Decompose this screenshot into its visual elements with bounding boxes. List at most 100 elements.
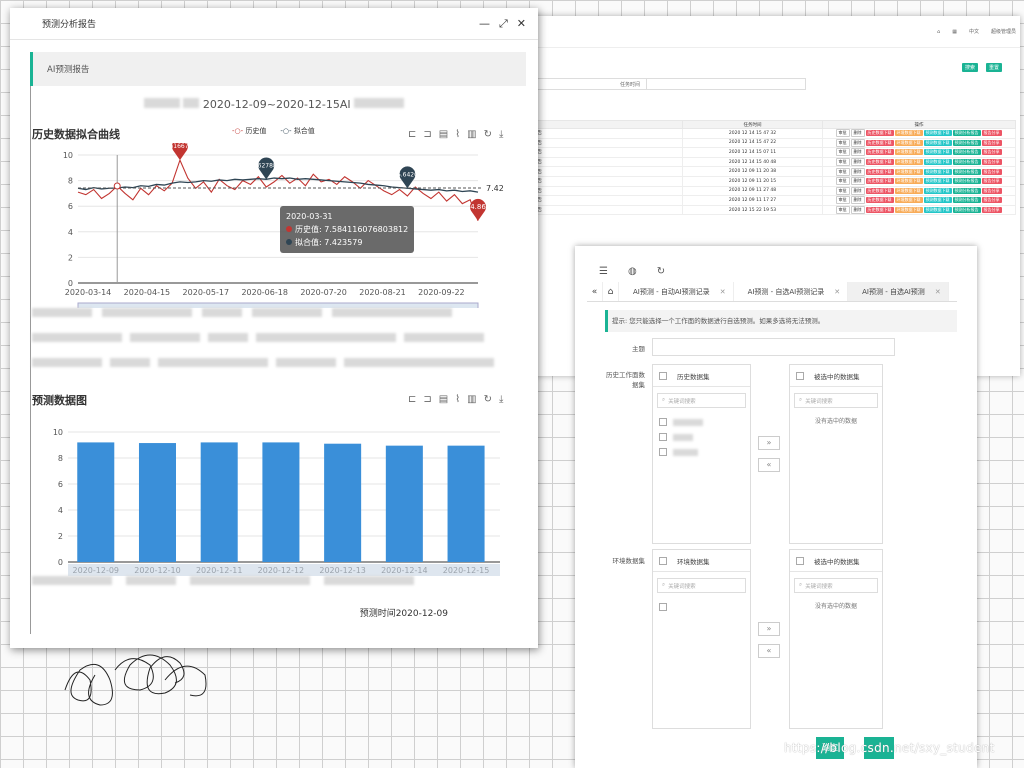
table-row[interactable]: 报告2020 12 15 22 19 53审批删除历史数据下载环境数据下载预测数… (532, 204, 1016, 216)
close-tab-icon[interactable]: ✕ (720, 288, 726, 296)
row-op-button[interactable]: 删除 (850, 129, 865, 138)
close-tab-icon[interactable]: ✕ (935, 288, 941, 296)
row-op-button[interactable]: 历史数据下载 (865, 139, 894, 146)
row-op-button[interactable]: 历史数据下载 (865, 197, 894, 204)
row-op-button[interactable]: 预测分析报告 (952, 207, 981, 214)
search-input[interactable]: ⌕ 关键词搜索 (794, 578, 878, 593)
row-op-button[interactable]: 历史数据下载 (865, 159, 894, 166)
row-op-button[interactable]: 预测数据下载 (923, 130, 952, 137)
download-icon[interactable]: ⤓ (499, 394, 503, 405)
select-all-checkbox[interactable] (796, 371, 804, 380)
table-row[interactable]: 报告2020 12 09 11 17 27审批删除历史数据下载环境数据下载预测数… (532, 195, 1016, 206)
table-row[interactable]: 报告2020 12 09 11 20 15审批删除历史数据下载环境数据下载预测数… (532, 175, 1016, 187)
row-op-button[interactable]: 审批 (835, 196, 850, 205)
row-op-button[interactable]: 删除 (850, 148, 865, 157)
minimize-icon[interactable]: — (479, 17, 490, 31)
row-op-button[interactable]: 删除 (850, 177, 865, 186)
row-op-button[interactable]: 报告分享 (981, 130, 1002, 137)
row-op-button[interactable]: 预测分析报告 (952, 159, 981, 166)
move-left-button[interactable]: « (758, 458, 780, 472)
zoom-icon[interactable]: ⊏ (408, 394, 416, 405)
row-op-button[interactable]: 历史数据下载 (865, 178, 894, 185)
row-op-button[interactable]: 删除 (850, 167, 865, 176)
row-op-button[interactable]: 审批 (835, 158, 850, 167)
row-op-button[interactable]: 审批 (835, 138, 850, 147)
move-left-button[interactable]: « (758, 644, 780, 658)
table-row[interactable]: 报告2020 12 14 15 47 32审批删除历史数据下载环境数据下载预测数… (532, 128, 1016, 139)
move-right-button[interactable]: » (758, 436, 780, 450)
row-op-button[interactable]: 预测分析报告 (952, 149, 981, 156)
menu-icon[interactable]: ☰ (599, 266, 608, 277)
globe-icon[interactable]: ◍ (628, 266, 637, 277)
row-op-button[interactable]: 删除 (850, 186, 865, 195)
refresh-icon[interactable]: ↻ (657, 266, 665, 277)
legend-item-fit[interactable]: -○- 拟合值 (280, 126, 314, 136)
row-op-button[interactable]: 预测分析报告 (952, 130, 981, 137)
bar-chart-icon[interactable]: ▥ (467, 394, 476, 405)
data-view-icon[interactable]: ▤ (439, 394, 448, 405)
row-op-button[interactable]: 环境数据下载 (894, 168, 923, 175)
list-item[interactable] (659, 418, 744, 426)
list-item[interactable] (659, 603, 744, 611)
row-op-button[interactable]: 预测分析报告 (952, 168, 981, 175)
row-op-button[interactable]: 删除 (850, 138, 865, 147)
row-op-button[interactable]: 环境数据下载 (894, 139, 923, 146)
row-op-button[interactable]: 环境数据下载 (894, 207, 923, 214)
search-button[interactable]: 搜索 (962, 63, 979, 72)
row-op-button[interactable]: 删除 (850, 158, 865, 167)
home-tab-icon[interactable]: ⌂ (603, 282, 619, 301)
list-item[interactable] (659, 448, 744, 456)
grid-icon[interactable]: ▦ (952, 29, 957, 35)
row-op-button[interactable]: 审批 (835, 206, 850, 215)
search-input[interactable]: ⌕ 关键词搜索 (657, 393, 746, 408)
tab-auto-prediction-records[interactable]: AI预测 - 自动AI预测记录 ✕ (619, 282, 734, 301)
legend-item-history[interactable]: -○- 历史值 (232, 126, 266, 136)
row-op-button[interactable]: 历史数据下载 (865, 187, 894, 194)
row-op-button[interactable]: 审批 (835, 129, 850, 138)
row-op-button[interactable]: 预测数据下载 (923, 139, 952, 146)
row-op-button[interactable]: 预测数据下载 (923, 207, 952, 214)
row-op-button[interactable]: 预测数据下载 (923, 159, 952, 166)
tab-scroll-left-icon[interactable]: « (587, 282, 603, 301)
table-row[interactable]: 报告2020 12 14 15 07 11审批删除历史数据下载环境数据下载预测数… (532, 147, 1016, 158)
zoom-icon[interactable]: ⊏ (408, 129, 416, 140)
select-all-checkbox[interactable] (796, 556, 804, 565)
row-op-button[interactable]: 预测分析报告 (952, 187, 981, 194)
row-op-button[interactable]: 报告分享 (981, 139, 1002, 146)
home-icon[interactable]: ⌂ (937, 29, 940, 35)
data-view-icon[interactable]: ▤ (439, 129, 448, 140)
row-op-button[interactable]: 预测分析报告 (952, 197, 981, 204)
zoom-reset-icon[interactable]: ⊐ (423, 394, 431, 405)
task-time-input[interactable] (646, 78, 806, 90)
language-menu[interactable]: 中文 (969, 28, 979, 35)
move-right-button[interactable]: » (758, 622, 780, 636)
download-icon[interactable]: ⤓ (499, 129, 503, 140)
row-op-button[interactable]: 历史数据下载 (865, 149, 894, 156)
row-op-button[interactable]: 预测分析报告 (952, 178, 981, 185)
row-op-button[interactable]: 历史数据下载 (865, 168, 894, 175)
section-tab[interactable]: AI预测报告 (30, 52, 526, 86)
row-op-button[interactable]: 审批 (835, 148, 850, 157)
table-row[interactable]: 报告2020 12 09 11 20 38审批删除历史数据下载环境数据下载预测数… (532, 166, 1016, 177)
row-op-button[interactable]: 审批 (835, 167, 850, 176)
table-row[interactable]: 报告2020 12 14 15 47 22审批删除历史数据下载环境数据下载预测数… (532, 137, 1016, 149)
row-op-button[interactable]: 环境数据下载 (894, 197, 923, 204)
row-op-button[interactable]: 报告分享 (981, 168, 1002, 175)
tab-custom-prediction[interactable]: AI预测 - 自选AI预测 ✕ (848, 282, 949, 301)
row-op-button[interactable]: 删除 (850, 196, 865, 205)
user-menu[interactable]: 超级管理员 (991, 28, 1016, 35)
search-input[interactable]: ⌕ 关键词搜索 (794, 393, 878, 408)
row-op-button[interactable]: 环境数据下载 (894, 159, 923, 166)
row-op-button[interactable]: 预测数据下载 (923, 149, 952, 156)
row-op-button[interactable]: 环境数据下载 (894, 187, 923, 194)
table-row[interactable]: 报告2020 12 09 11 27 48审批删除历史数据下载环境数据下载预测数… (532, 185, 1016, 197)
row-op-button[interactable]: 报告分享 (981, 207, 1002, 214)
close-icon[interactable]: ✕ (517, 17, 526, 31)
search-input[interactable]: ⌕ 关键词搜索 (657, 578, 746, 593)
table-row[interactable]: 报告2020 12 14 15 40 48审批删除历史数据下载环境数据下载预测数… (532, 156, 1016, 168)
row-op-button[interactable]: 历史数据下载 (865, 130, 894, 137)
maximize-icon[interactable]: ⤢ (499, 17, 508, 31)
row-op-button[interactable]: 预测数据下载 (923, 168, 952, 175)
line-chart-icon[interactable]: ⌇ (455, 129, 460, 140)
list-item[interactable] (659, 433, 744, 441)
